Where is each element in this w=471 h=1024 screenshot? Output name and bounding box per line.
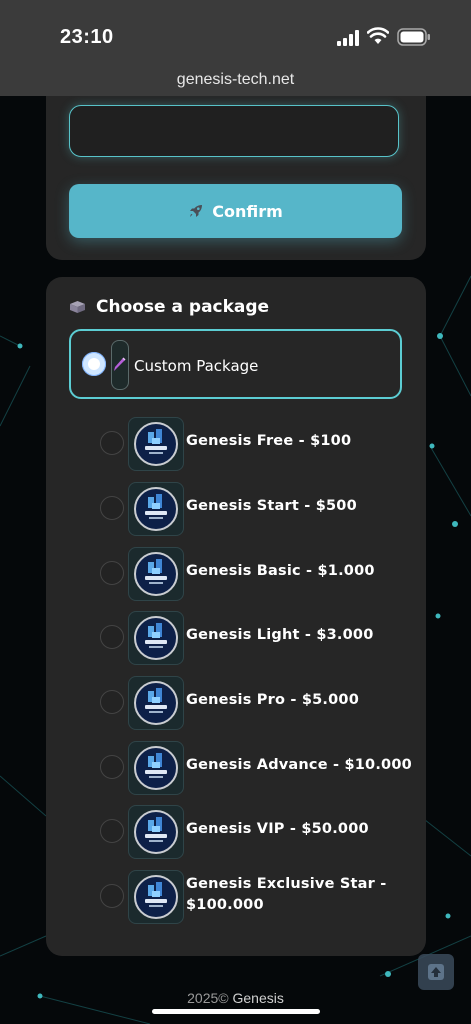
package-radio[interactable] <box>100 755 124 779</box>
package-name: Genesis Free - $100 <box>186 433 352 449</box>
package-option[interactable]: Genesis VIP - $50.000 <box>100 805 410 859</box>
package-logo-frame <box>128 417 184 471</box>
package-logo-frame <box>128 611 184 665</box>
home-indicator <box>152 1009 320 1014</box>
package-radio[interactable] <box>100 496 124 520</box>
arrow-up-icon <box>428 964 444 980</box>
genesis-logo-icon <box>134 552 178 596</box>
package-option[interactable]: Genesis Basic - $1.000 <box>100 547 410 601</box>
custom-package-option[interactable]: Custom Package <box>69 329 402 399</box>
package-logo-frame <box>128 482 184 536</box>
genesis-logo-icon <box>134 616 178 660</box>
package-option[interactable]: Genesis Free - $100 <box>100 417 410 471</box>
status-bar: 23:10 <box>0 0 471 64</box>
package-name: Genesis VIP - $50.000 <box>186 821 369 837</box>
package-option[interactable]: Genesis Start - $500 <box>100 482 410 536</box>
package-logo-frame <box>128 805 184 859</box>
custom-icon-frame <box>111 340 129 390</box>
package-radio[interactable] <box>100 431 124 455</box>
package-radio[interactable] <box>100 819 124 843</box>
wifi-icon <box>367 27 389 44</box>
rocket-icon <box>190 205 203 217</box>
custom-package-label: Custom Package <box>134 357 259 375</box>
genesis-logo-icon <box>134 875 178 919</box>
package-radio[interactable] <box>100 884 124 908</box>
package-logo-frame <box>128 741 184 795</box>
package-name: Genesis Pro - $5.000 <box>186 692 359 708</box>
amount-input[interactable] <box>69 105 399 157</box>
scroll-to-top-button[interactable] <box>418 954 454 990</box>
genesis-logo-icon <box>134 681 178 725</box>
package-option[interactable]: Genesis Exclusive Star - $100.000 <box>100 870 410 924</box>
status-time: 23:10 <box>60 26 114 48</box>
package-logo-frame <box>128 547 184 601</box>
footer-brand: Genesis <box>232 990 284 1006</box>
package-option[interactable]: Genesis Light - $3.000 <box>100 611 410 665</box>
genesis-logo-icon <box>134 746 178 790</box>
package-name: Genesis Exclusive Star - $100.000 <box>186 876 387 913</box>
genesis-logo-icon <box>134 487 178 531</box>
package-radio[interactable] <box>100 561 124 585</box>
signal-icon <box>337 30 359 46</box>
footer: 2025© Genesis <box>0 990 471 1006</box>
package-radio[interactable] <box>100 625 124 649</box>
confirm-button[interactable]: Confirm <box>69 184 402 238</box>
url-text: genesis-tech.net <box>176 71 295 88</box>
box-icon <box>70 301 85 313</box>
package-radio[interactable] <box>100 690 124 714</box>
package-name: Genesis Start - $500 <box>186 498 357 514</box>
url-bar[interactable]: genesis-tech.net <box>0 64 471 96</box>
custom-package-radio[interactable] <box>82 352 106 376</box>
package-name: Genesis Light - $3.000 <box>186 627 374 643</box>
pencil-icon <box>114 357 126 371</box>
package-logo-frame <box>128 676 184 730</box>
package-option[interactable]: Genesis Advance - $10.000 <box>100 741 412 795</box>
package-name: Genesis Basic - $1.000 <box>186 563 375 579</box>
footer-year: 2025© <box>187 990 229 1006</box>
genesis-logo-icon <box>134 810 178 854</box>
genesis-logo-icon <box>134 422 178 466</box>
packages-heading: Choose a package <box>69 297 269 317</box>
battery-icon <box>397 28 430 46</box>
package-option[interactable]: Genesis Pro - $5.000 <box>100 676 410 730</box>
package-logo-frame <box>128 870 184 924</box>
package-name: Genesis Advance - $10.000 <box>186 757 412 773</box>
confirm-label: Confirm <box>212 201 283 221</box>
packages-title: Choose a package <box>96 297 270 317</box>
